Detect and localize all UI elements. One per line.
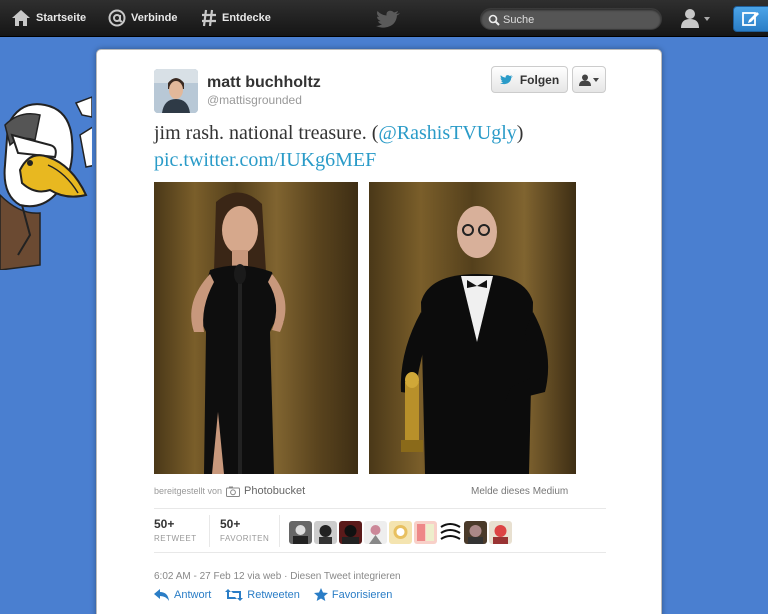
background-cartoon-art xyxy=(0,96,92,270)
retweet-count: 50+ xyxy=(154,517,175,531)
retweet-label: Retweeten xyxy=(247,588,300,601)
tweet-detail-dialog: matt buchholtz @mattisgrounded Folgen ji… xyxy=(96,49,662,614)
retweeter-avatar[interactable] xyxy=(464,521,487,544)
follow-button[interactable]: Folgen xyxy=(491,66,568,93)
nav-discover-label: Entdecke xyxy=(222,12,271,24)
nav-connect-label: Verbinde xyxy=(131,12,178,24)
retweeter-avatar[interactable] xyxy=(364,521,387,544)
provider-prefix: bereitgestellt von xyxy=(154,486,223,496)
retweeter-avatar[interactable] xyxy=(489,521,512,544)
divider xyxy=(209,515,210,547)
photo-man-tuxedo-oscar xyxy=(369,182,576,474)
divider xyxy=(279,515,280,547)
retweeter-avatar[interactable] xyxy=(289,521,312,544)
retweeter-avatar[interactable] xyxy=(389,521,412,544)
compose-tweet-button[interactable] xyxy=(733,6,768,32)
nav-home[interactable]: Startseite xyxy=(11,9,86,27)
media-photo-right[interactable] xyxy=(369,182,576,474)
embed-tweet-link[interactable]: Diesen Tweet integrieren xyxy=(290,571,400,582)
avatar-photo xyxy=(154,69,198,113)
retweet-icon xyxy=(225,588,244,601)
tweet-text-suffix: ) xyxy=(516,122,524,144)
reply-button[interactable]: Antwort xyxy=(154,588,211,601)
bird-icon[interactable] xyxy=(376,10,402,28)
report-media-link[interactable]: Melde dieses Medium xyxy=(471,486,568,497)
account-menu[interactable] xyxy=(680,8,712,33)
home-icon xyxy=(12,10,30,26)
at-icon xyxy=(108,9,126,27)
user-icon xyxy=(579,74,591,86)
user-icon xyxy=(681,9,710,28)
nav-home-label: Startseite xyxy=(36,12,87,24)
media-provider: bereitgestellt von Photobucket xyxy=(154,485,305,497)
reply-icon xyxy=(154,588,169,601)
tweet-text: jim rash. national treasure. (@RashisTVU… xyxy=(154,120,614,174)
retweeter-avatar[interactable] xyxy=(339,521,362,544)
favorite-label: Favorisieren xyxy=(331,588,393,601)
retweet-stat[interactable]: 50+ RETWEET xyxy=(154,517,197,543)
tweet-actions: Antwort Retweeten Favorisieren xyxy=(154,588,392,601)
search-input[interactable] xyxy=(503,12,653,28)
media-photo-left[interactable] xyxy=(154,182,358,474)
photo-woman-black-dress xyxy=(154,182,358,474)
chevron-down-icon xyxy=(593,77,599,82)
avatar[interactable] xyxy=(154,69,198,113)
user-actions-dropdown[interactable] xyxy=(572,66,606,93)
favorite-stat[interactable]: 50+ FAVORITEN xyxy=(220,517,269,543)
nav-discover[interactable]: Entdecke xyxy=(201,9,271,27)
nav-connect[interactable]: Verbinde xyxy=(108,9,177,27)
favorite-button[interactable]: Favorisieren xyxy=(313,588,393,601)
retweeter-avatar[interactable] xyxy=(314,521,337,544)
follow-button-label: Folgen xyxy=(519,72,560,87)
favorite-stat-label: FAVORITEN xyxy=(220,534,270,543)
camera-icon xyxy=(226,486,241,497)
star-icon xyxy=(313,588,328,601)
reply-label: Antwort xyxy=(174,588,212,601)
retweet-button[interactable]: Retweeten xyxy=(225,588,300,601)
retweet-stat-label: RETWEET xyxy=(154,534,197,543)
favorite-count: 50+ xyxy=(220,517,241,531)
author-username[interactable]: @mattisgrounded xyxy=(207,93,302,107)
top-navigation-bar: Startseite Verbinde Entdecke xyxy=(0,0,768,37)
retweeter-avatars xyxy=(289,521,512,544)
bird-icon xyxy=(499,75,513,85)
mention-link[interactable]: @RashisTVUgly xyxy=(378,122,516,144)
tweet-timestamp[interactable]: 6:02 AM - 27 Feb 12 via web xyxy=(154,571,281,582)
search-icon[interactable] xyxy=(488,14,500,26)
hash-icon xyxy=(202,9,216,27)
retweeter-avatar[interactable] xyxy=(439,521,462,544)
search-box[interactable] xyxy=(480,8,662,30)
tweet-meta: 6:02 AM - 27 Feb 12 via web · Diesen Twe… xyxy=(154,571,401,582)
retweeter-avatar[interactable] xyxy=(414,521,437,544)
tweet-text-prefix: jim rash. national treasure. ( xyxy=(154,122,379,144)
pic-link[interactable]: pic.twitter.com/IUKg6MEF xyxy=(154,149,376,171)
compose-icon xyxy=(742,12,759,26)
author-fullname[interactable]: matt buchholtz xyxy=(207,74,321,92)
tweet-stats: 50+ RETWEET 50+ FAVORITEN xyxy=(154,508,606,553)
provider-name[interactable]: Photobucket xyxy=(244,485,305,497)
